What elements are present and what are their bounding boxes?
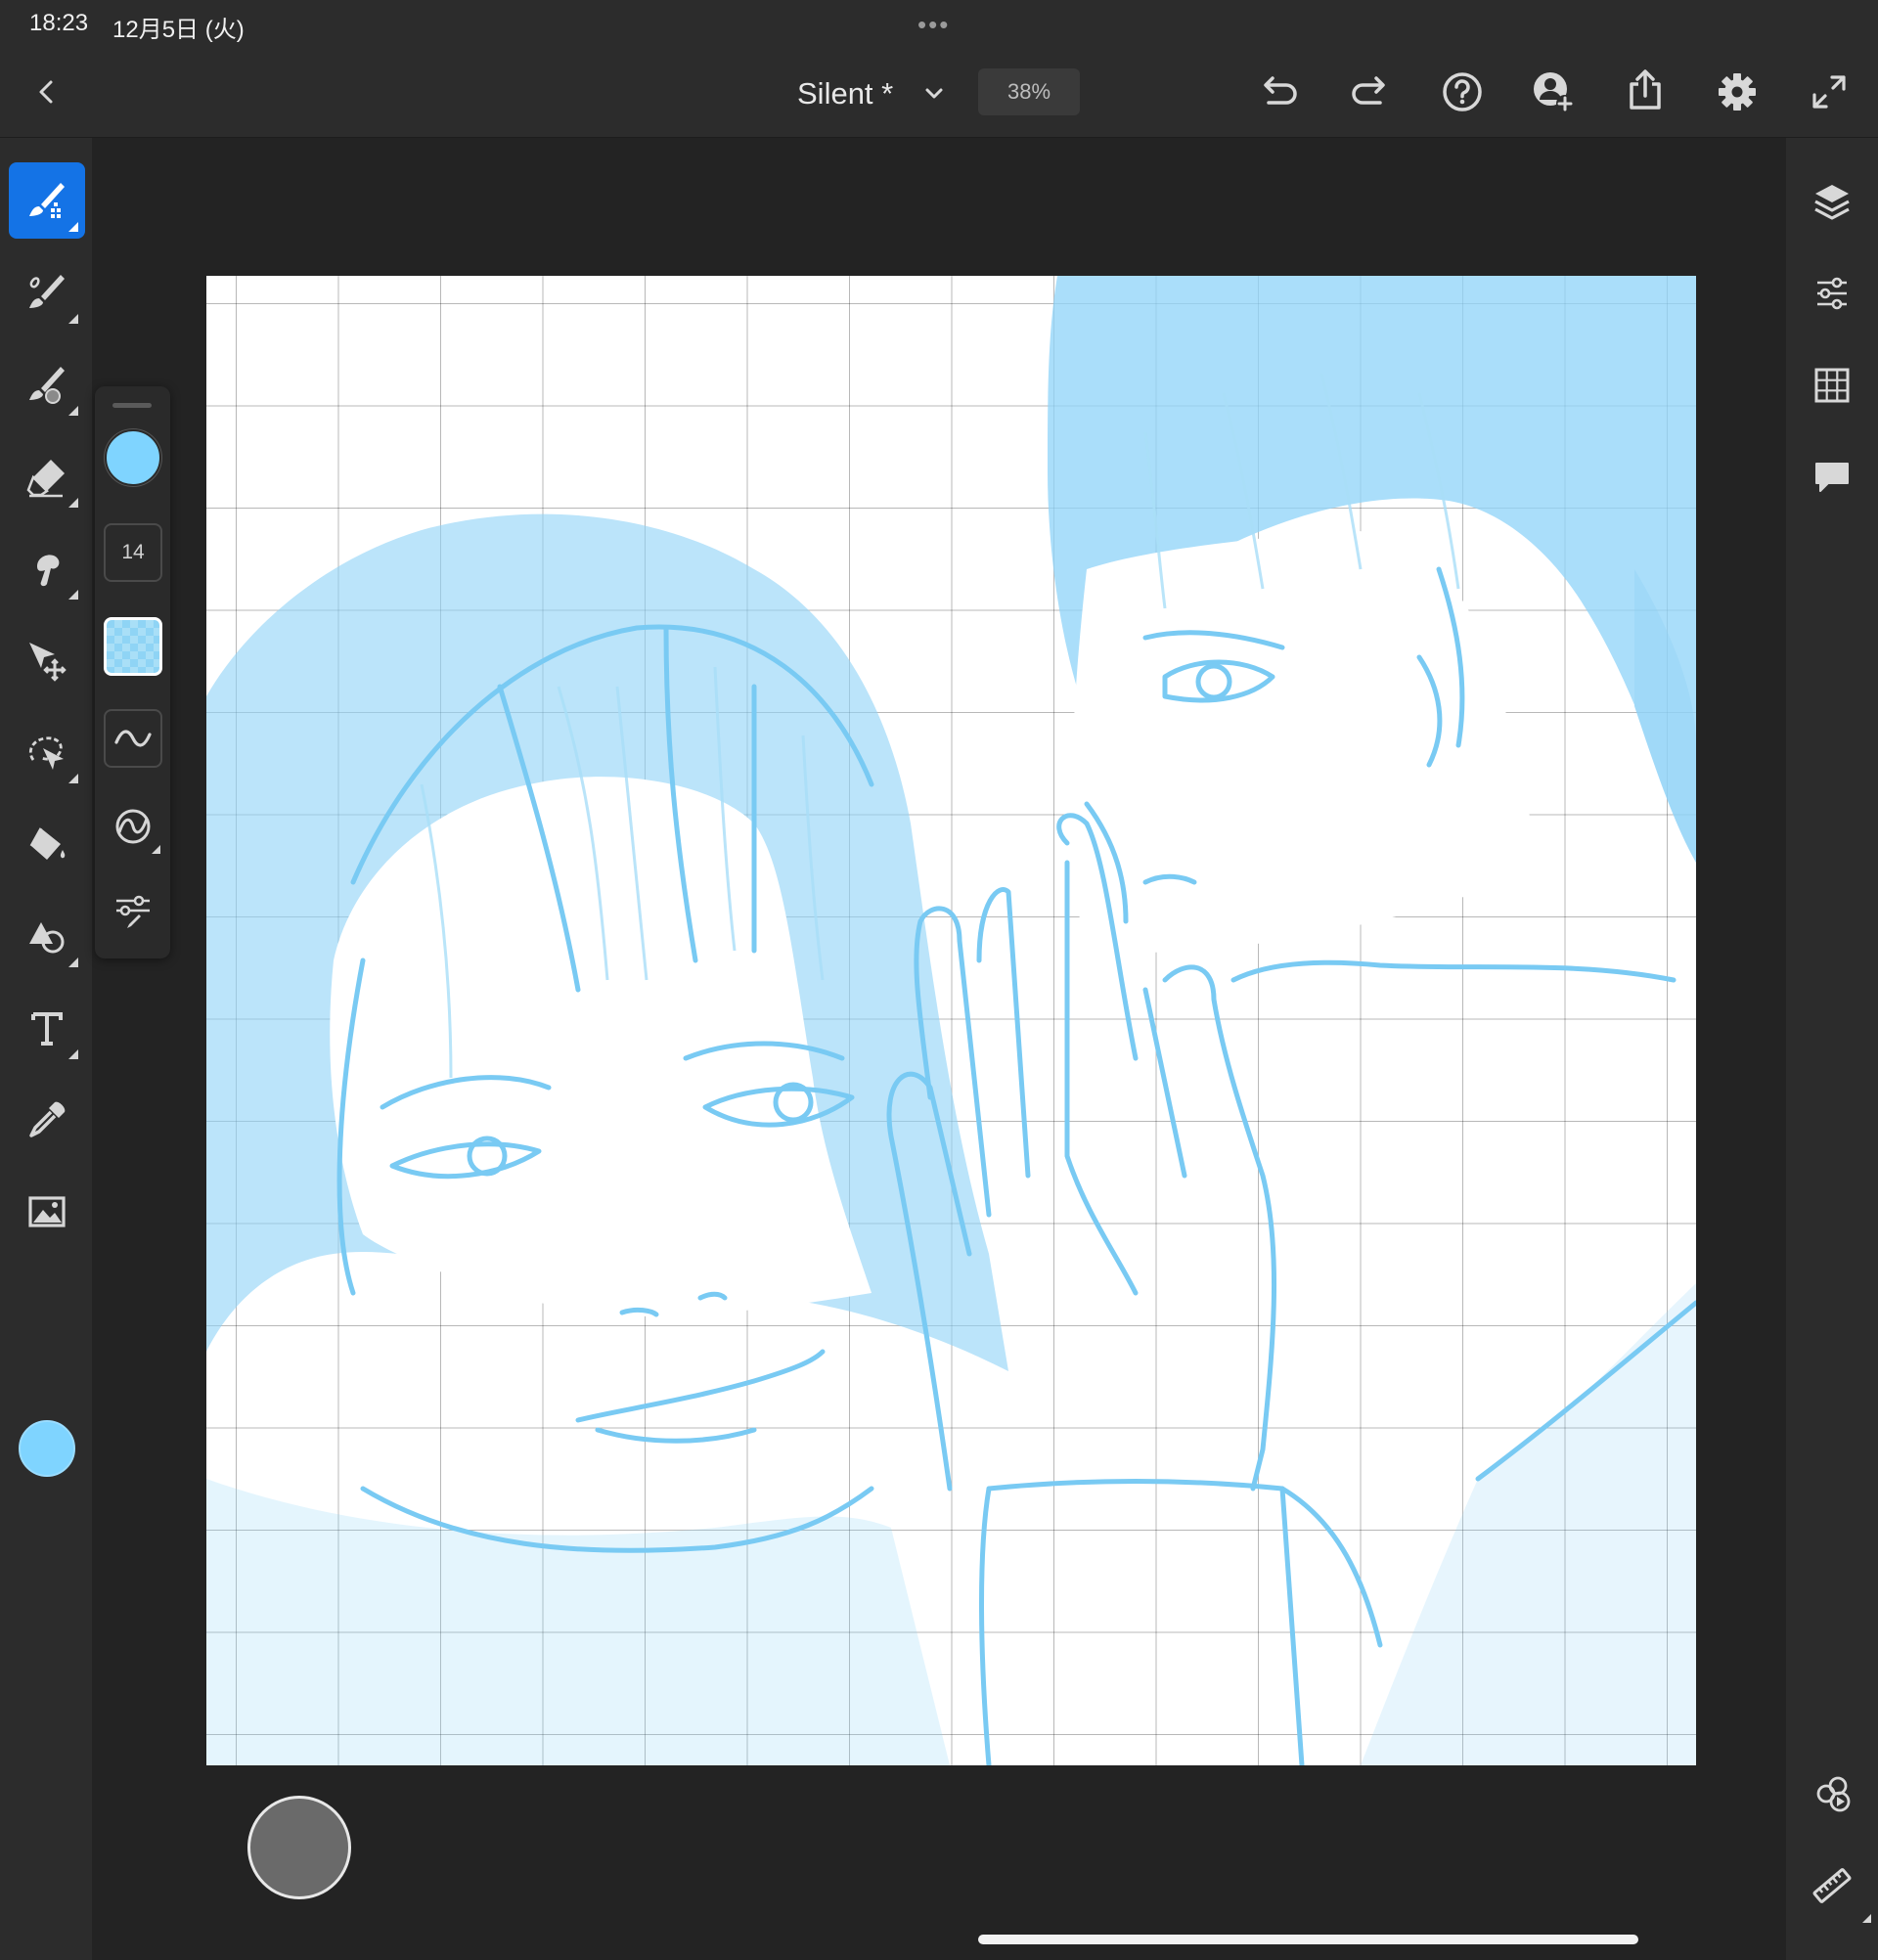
layers-button[interactable] bbox=[1803, 172, 1861, 231]
live-brush-icon bbox=[29, 275, 65, 308]
selection-tool[interactable] bbox=[9, 714, 85, 790]
eraser-tool[interactable] bbox=[9, 438, 85, 514]
redo-button[interactable] bbox=[1341, 63, 1400, 121]
tool-options-indicator bbox=[68, 222, 78, 232]
layers-icon bbox=[1814, 185, 1850, 220]
share-button[interactable] bbox=[1616, 61, 1675, 119]
tool-options-indicator bbox=[68, 314, 78, 324]
multitasking-dots[interactable]: ••• bbox=[917, 10, 950, 40]
help-button[interactable] bbox=[1433, 63, 1492, 121]
left-toolbar bbox=[0, 138, 92, 1960]
zoom-level[interactable]: 38% bbox=[978, 68, 1080, 115]
ruler-button[interactable] bbox=[1803, 1856, 1871, 1923]
status-bar: 18:23 12月5日 (火) ••• bbox=[0, 0, 1878, 47]
brush-opacity-swatch[interactable] bbox=[104, 617, 162, 676]
lasso-select-icon bbox=[28, 736, 64, 770]
live-brush-tool[interactable] bbox=[9, 254, 85, 331]
brush-settings-button[interactable] bbox=[104, 881, 162, 940]
predictive-stroke-button[interactable] bbox=[104, 797, 162, 856]
comments-icon bbox=[1815, 463, 1849, 492]
image-icon bbox=[28, 1196, 66, 1227]
paint-bucket-icon bbox=[29, 827, 66, 860]
brush-size-field[interactable]: 14 bbox=[104, 523, 162, 582]
place-image-tool[interactable] bbox=[9, 1174, 85, 1250]
top-bar: Silent * 38% bbox=[0, 47, 1878, 138]
document-menu-button[interactable] bbox=[905, 65, 963, 123]
panel-drag-handle[interactable] bbox=[112, 403, 152, 408]
text-tool[interactable] bbox=[9, 990, 85, 1066]
properties-button[interactable] bbox=[1803, 264, 1861, 323]
status-date: 12月5日 (火) bbox=[112, 17, 245, 43]
comments-button[interactable] bbox=[1803, 448, 1861, 507]
smudge-tool[interactable] bbox=[9, 530, 85, 606]
current-color-swatch[interactable] bbox=[19, 1420, 75, 1477]
brush-settings-icon bbox=[116, 895, 150, 928]
tool-options-indicator bbox=[68, 774, 78, 783]
undo-button[interactable] bbox=[1249, 63, 1308, 121]
status-time: 18:23 bbox=[29, 10, 89, 36]
tool-options-indicator bbox=[1862, 1914, 1871, 1923]
eyedropper-tool[interactable] bbox=[9, 1082, 85, 1158]
smudge-icon bbox=[37, 555, 60, 587]
fill-tool[interactable] bbox=[9, 806, 85, 882]
home-indicator[interactable] bbox=[978, 1935, 1638, 1944]
back-button[interactable] bbox=[18, 63, 76, 121]
tool-options-indicator bbox=[152, 845, 160, 854]
drawing-canvas[interactable] bbox=[206, 276, 1696, 1765]
mixer-brush-icon bbox=[29, 367, 65, 404]
fullscreen-button[interactable] bbox=[1800, 63, 1858, 121]
shapes-icon bbox=[29, 922, 65, 954]
transform-tool[interactable] bbox=[9, 622, 85, 698]
tool-options-indicator bbox=[68, 1049, 78, 1059]
pixel-brush-icon bbox=[29, 183, 65, 218]
shape-tool[interactable] bbox=[9, 898, 85, 974]
smoothing-button[interactable] bbox=[104, 709, 162, 768]
text-icon bbox=[31, 1012, 63, 1046]
settings-icon bbox=[1719, 73, 1756, 111]
invite-icon bbox=[1534, 72, 1574, 112]
predictive-stroke-icon bbox=[115, 809, 151, 844]
tool-options-indicator bbox=[68, 498, 78, 508]
grid-button[interactable] bbox=[1803, 356, 1861, 415]
invite-button[interactable] bbox=[1524, 63, 1583, 121]
history-button[interactable] bbox=[1803, 1764, 1861, 1823]
ruler-icon bbox=[1812, 1868, 1852, 1903]
brush-quick-panel: 14 bbox=[95, 386, 170, 958]
properties-icon bbox=[1817, 277, 1847, 310]
chevron-down-icon bbox=[925, 88, 943, 99]
color-puck[interactable] bbox=[247, 1796, 351, 1899]
pixel-brush-tool[interactable] bbox=[9, 162, 85, 239]
document-title[interactable]: Silent * bbox=[797, 76, 893, 111]
tool-options-indicator bbox=[68, 590, 78, 600]
undo-icon bbox=[1264, 76, 1297, 105]
tool-options-indicator bbox=[68, 406, 78, 416]
eyedropper-icon bbox=[29, 1101, 66, 1137]
settings-button[interactable] bbox=[1708, 63, 1766, 121]
grid-icon bbox=[1814, 368, 1850, 403]
help-icon bbox=[1443, 72, 1482, 111]
redo-icon bbox=[1352, 76, 1385, 105]
brush-color-swatch[interactable] bbox=[105, 429, 161, 486]
sketch-artwork bbox=[206, 276, 1696, 1765]
eraser-icon bbox=[26, 460, 65, 498]
back-icon bbox=[39, 80, 53, 104]
smoothing-icon bbox=[114, 730, 152, 747]
share-icon bbox=[1630, 69, 1661, 110]
move-icon bbox=[29, 643, 67, 682]
mixer-brush-tool[interactable] bbox=[9, 346, 85, 423]
tool-options-indicator bbox=[68, 958, 78, 967]
fullscreen-icon bbox=[1812, 75, 1846, 109]
right-toolbar bbox=[1786, 138, 1878, 1960]
history-icon bbox=[1816, 1776, 1851, 1812]
